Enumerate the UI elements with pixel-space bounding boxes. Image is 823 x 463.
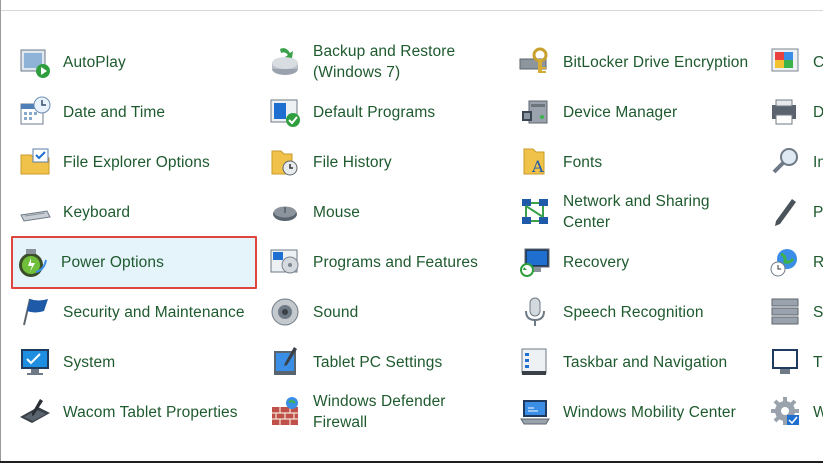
storage-spaces-icon bbox=[768, 295, 802, 329]
item-label: Programs and Features bbox=[313, 253, 478, 271]
item-backup-restore[interactable]: Backup and Restore (Windows 7) bbox=[263, 37, 503, 87]
taskbar-icon bbox=[518, 345, 552, 379]
item-label: Default Programs bbox=[313, 103, 436, 121]
bitlocker-icon bbox=[518, 45, 552, 79]
item-label: System bbox=[63, 353, 116, 371]
item-pen[interactable]: Pe bbox=[763, 187, 823, 237]
item-label: Mouse bbox=[313, 203, 361, 221]
item-troubleshooting[interactable]: Tr bbox=[763, 337, 823, 387]
item-programs-features[interactable]: Programs and Features bbox=[263, 237, 503, 287]
item-label: R bbox=[813, 253, 823, 271]
wacom-tablet-icon bbox=[18, 395, 52, 429]
backup-restore-icon bbox=[268, 45, 302, 79]
item-label: Taskbar and Navigation bbox=[563, 353, 728, 371]
item-fonts[interactable]: A Fonts bbox=[513, 137, 758, 187]
item-label: Tablet PC Settings bbox=[313, 353, 443, 371]
item-device-manager[interactable]: Device Manager bbox=[513, 87, 758, 137]
gear-icon bbox=[768, 395, 802, 429]
item-windows-mobility-center[interactable]: Windows Mobility Center bbox=[513, 387, 758, 437]
item-taskbar-navigation[interactable]: Taskbar and Navigation bbox=[513, 337, 758, 387]
item-label: D bbox=[813, 103, 823, 121]
tablet-pc-icon bbox=[268, 345, 302, 379]
calendar-clock-icon bbox=[18, 95, 52, 129]
region-icon bbox=[768, 245, 802, 279]
top-divider bbox=[0, 10, 823, 11]
item-label: Fonts bbox=[563, 153, 603, 171]
item-label: Security and Maintenance bbox=[63, 303, 245, 321]
item-label: Pe bbox=[813, 203, 823, 221]
item-date-time[interactable]: Date and Time bbox=[13, 87, 253, 137]
item-storage-spaces[interactable]: S bbox=[763, 287, 823, 337]
item-label: Device Manager bbox=[563, 103, 678, 121]
item-region[interactable]: R bbox=[763, 237, 823, 287]
programs-features-icon bbox=[268, 245, 302, 279]
item-bitlocker[interactable]: BitLocker Drive Encryption bbox=[513, 37, 758, 87]
item-label: Recovery bbox=[563, 253, 630, 271]
default-programs-icon bbox=[268, 95, 302, 129]
battery-icon bbox=[16, 246, 50, 280]
item-label: File Explorer Options bbox=[63, 153, 210, 171]
item-file-explorer-options[interactable]: File Explorer Options bbox=[13, 137, 253, 187]
item-label: In bbox=[813, 153, 823, 171]
item-label: Network and Sharing Center bbox=[563, 193, 710, 231]
item-label: AutoPlay bbox=[63, 53, 126, 71]
item-system[interactable]: System bbox=[13, 337, 253, 387]
item-label: Tr bbox=[813, 353, 823, 371]
firewall-icon bbox=[268, 395, 302, 429]
item-speech-recognition[interactable]: Speech Recognition bbox=[513, 287, 758, 337]
recovery-icon bbox=[518, 245, 552, 279]
indexing-options-icon bbox=[768, 145, 802, 179]
item-label: C bbox=[813, 53, 823, 71]
item-tablet-pc-settings[interactable]: Tablet PC Settings bbox=[263, 337, 503, 387]
item-network-sharing[interactable]: Network and Sharing Center bbox=[513, 187, 758, 237]
flag-icon bbox=[18, 295, 52, 329]
item-label: Speech Recognition bbox=[563, 303, 704, 321]
item-label: Keyboard bbox=[63, 203, 131, 221]
svg-text:A: A bbox=[531, 157, 544, 176]
item-devices-printers[interactable]: D bbox=[763, 87, 823, 137]
device-manager-icon bbox=[518, 95, 552, 129]
item-label: Date and Time bbox=[63, 103, 166, 121]
fonts-icon: A bbox=[518, 145, 552, 179]
item-mouse[interactable]: Mouse bbox=[263, 187, 503, 237]
troubleshooting-icon bbox=[768, 345, 802, 379]
item-default-programs[interactable]: Default Programs bbox=[263, 87, 503, 137]
file-history-icon bbox=[268, 145, 302, 179]
item-label: Windows Defender Firewall bbox=[313, 393, 446, 431]
mobility-center-icon bbox=[518, 395, 552, 429]
item-windows-defender-firewall[interactable]: Windows Defender Firewall bbox=[263, 387, 503, 437]
item-label: Windows Mobility Center bbox=[563, 403, 736, 421]
item-label: S bbox=[813, 303, 823, 321]
item-w[interactable]: W bbox=[763, 387, 823, 437]
color-management-icon bbox=[768, 45, 802, 79]
item-power-options[interactable]: Power Options bbox=[11, 236, 257, 289]
mouse-icon bbox=[268, 195, 302, 229]
item-label: Sound bbox=[313, 303, 359, 321]
item-color-management[interactable]: C bbox=[763, 37, 823, 87]
item-indexing-options[interactable]: In bbox=[763, 137, 823, 187]
keyboard-icon bbox=[18, 195, 52, 229]
devices-printers-icon bbox=[768, 95, 802, 129]
item-sound[interactable]: Sound bbox=[263, 287, 503, 337]
speaker-icon bbox=[268, 295, 302, 329]
network-icon bbox=[518, 195, 552, 229]
item-label: Wacom Tablet Properties bbox=[63, 403, 238, 421]
item-label: Backup and Restore (Windows 7) bbox=[313, 43, 456, 81]
microphone-icon bbox=[518, 295, 552, 329]
item-label: Power Options bbox=[61, 254, 164, 271]
item-file-history[interactable]: File History bbox=[263, 137, 503, 187]
item-label: BitLocker Drive Encryption bbox=[563, 53, 749, 71]
left-border bbox=[0, 0, 1, 463]
item-wacom-tablet[interactable]: Wacom Tablet Properties bbox=[13, 387, 253, 437]
item-label: File History bbox=[313, 153, 392, 171]
autoplay-icon bbox=[18, 45, 52, 79]
item-recovery[interactable]: Recovery bbox=[513, 237, 758, 287]
item-label: W bbox=[813, 403, 823, 421]
system-monitor-icon bbox=[18, 345, 52, 379]
item-security-maintenance[interactable]: Security and Maintenance bbox=[13, 287, 253, 337]
folder-options-icon bbox=[18, 145, 52, 179]
item-autoplay[interactable]: AutoPlay bbox=[13, 37, 253, 87]
pen-icon bbox=[768, 195, 802, 229]
item-keyboard[interactable]: Keyboard bbox=[13, 187, 253, 237]
